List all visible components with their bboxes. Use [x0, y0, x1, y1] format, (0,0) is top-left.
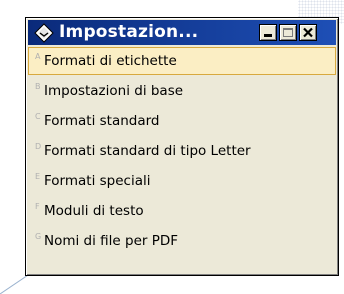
settings-window: Impostazion... A Formati di etichette B …	[25, 17, 339, 276]
app-diamond-icon	[34, 23, 54, 43]
menu-item-label: Formati di etichette	[44, 53, 177, 69]
maximize-icon	[283, 28, 293, 37]
menu-item-formati-speciali[interactable]: E Formati speciali	[28, 167, 336, 195]
maximize-button[interactable]	[279, 24, 297, 41]
menu-item-shortcut: E	[35, 172, 41, 181]
menu-item-label: Formati standard	[44, 113, 160, 129]
minimize-icon	[264, 34, 272, 37]
close-icon	[303, 27, 313, 38]
menu-item-label: Formati standard di tipo Letter	[44, 143, 251, 159]
minimize-button[interactable]	[259, 24, 277, 41]
menu-item-shortcut: F	[35, 202, 40, 211]
menu-item-formati-standard-letter[interactable]: D Formati standard di tipo Letter	[28, 137, 336, 165]
menu-item-shortcut: B	[35, 82, 41, 91]
menu-item-label: Moduli di testo	[44, 203, 144, 219]
menu-item-formati-di-etichette[interactable]: A Formati di etichette	[28, 47, 336, 75]
menu-item-shortcut: G	[35, 232, 42, 241]
menu-item-shortcut: A	[35, 52, 41, 61]
menu-item-shortcut: D	[35, 142, 42, 151]
menu-item-label: Formati speciali	[44, 173, 151, 189]
menu-item-label: Nomi di file per PDF	[44, 233, 179, 249]
menu-item-shortcut: C	[35, 112, 41, 121]
title-bar[interactable]: Impostazion...	[28, 20, 336, 45]
menu-item-label: Impostazioni di base	[44, 83, 184, 99]
close-button[interactable]	[299, 24, 317, 41]
menu-item-impostazioni-di-base[interactable]: B Impostazioni di base	[28, 77, 336, 105]
window-title: Impostazion...	[59, 22, 199, 42]
menu-item-moduli-di-testo[interactable]: F Moduli di testo	[28, 197, 336, 225]
menu-item-formati-standard[interactable]: C Formati standard	[28, 107, 336, 135]
menu-item-nomi-di-file-per-pdf[interactable]: G Nomi di file per PDF	[28, 227, 336, 255]
settings-menu: A Formati di etichette B Impostazioni di…	[28, 47, 336, 273]
